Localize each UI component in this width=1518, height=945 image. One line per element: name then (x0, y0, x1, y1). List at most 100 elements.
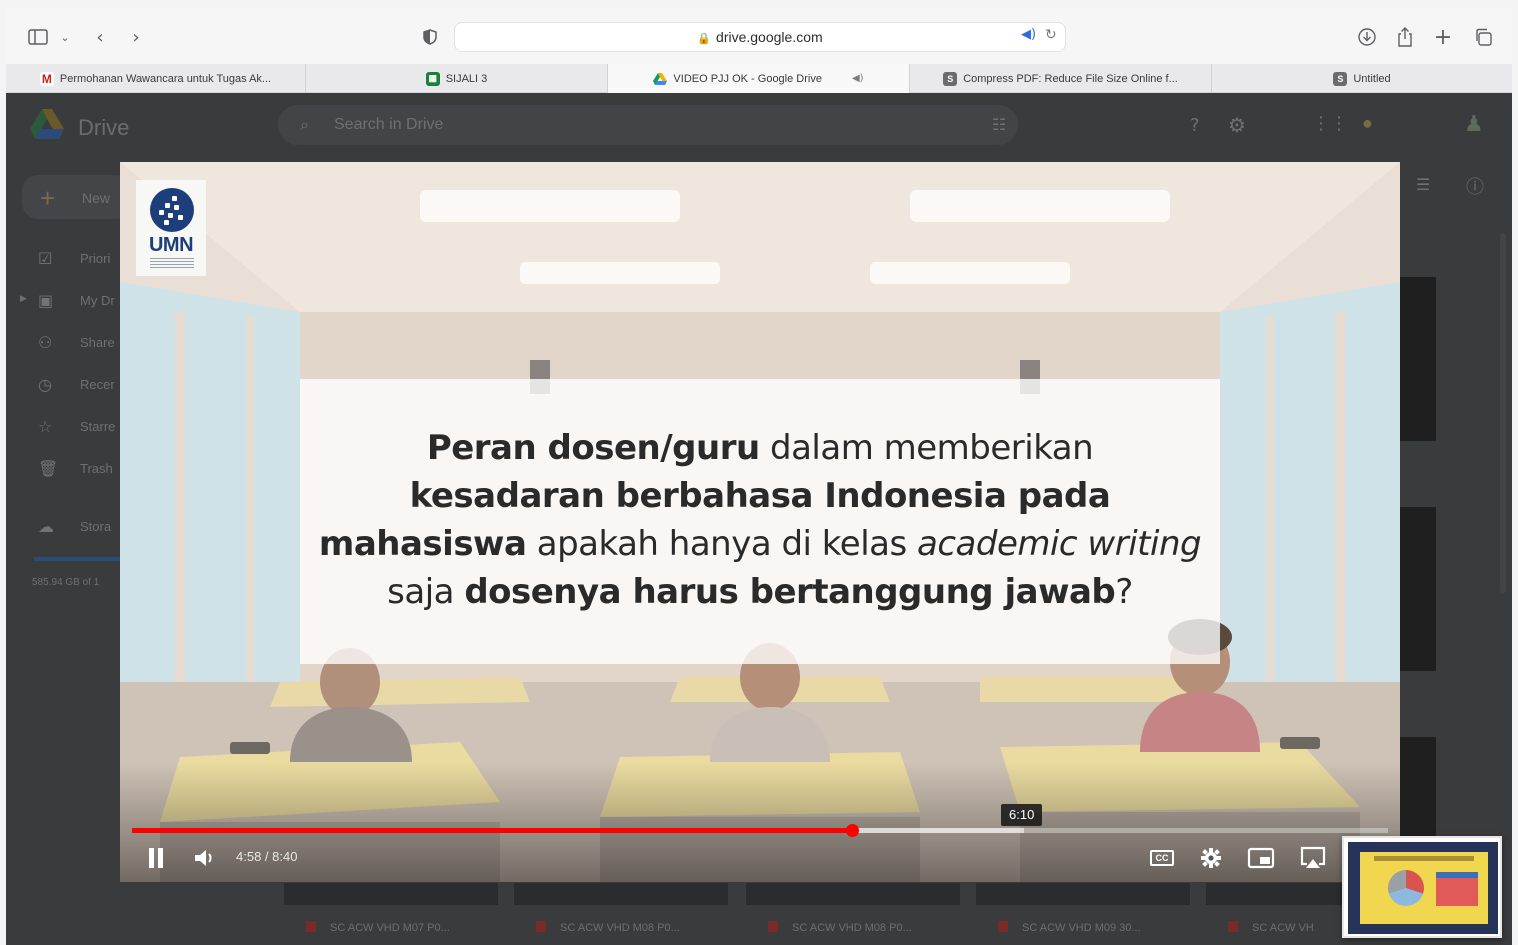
share-icon[interactable] (1394, 26, 1416, 48)
info-icon[interactable]: ⓘ (1466, 173, 1484, 199)
cloud-icon: ☁ (38, 517, 54, 536)
umn-logo-subtitle (150, 258, 194, 270)
pip-thumbnail[interactable] (1342, 836, 1502, 938)
file-name[interactable]: SC ACW VHD M07 P0... (306, 921, 450, 934)
priority-icon: ☑ (38, 249, 53, 268)
nav-storage[interactable]: Stora (80, 519, 111, 534)
nav-starred[interactable]: Starre (80, 419, 115, 434)
file-label: SC ACW VHD M08 P0... (560, 922, 680, 934)
time-display: 4:58 / 8:40 (236, 849, 298, 864)
settings-button[interactable] (1198, 846, 1224, 870)
nav-priority[interactable]: Priori (80, 251, 110, 266)
umn-emblem-icon (150, 188, 194, 232)
tab-overview-icon[interactable] (1472, 26, 1494, 48)
caption-line4-start: saja (387, 572, 465, 612)
file-name[interactable]: SC ACW VHD M09 30... (998, 921, 1141, 934)
file-name[interactable]: SC ACW VH (1228, 921, 1314, 934)
video-file-icon (306, 921, 316, 932)
tab-sijali[interactable]: ▦ SIJALI 3 (306, 64, 608, 93)
video-file-icon (536, 921, 546, 932)
caption-line3-italic: academic writing (917, 524, 1202, 564)
video-caption: Peran dosen/guru dalam memberikan kesada… (300, 424, 1220, 616)
file-thumbnail[interactable] (514, 883, 728, 905)
scrubber-handle[interactable] (845, 824, 859, 837)
privacy-shield-icon[interactable] (418, 26, 442, 48)
sidebar-toggle-icon[interactable] (26, 26, 50, 48)
plus-icon: + (40, 183, 56, 213)
url-label: drive.google.com (716, 29, 823, 45)
drive-search[interactable]: ⌕ Search in Drive ☷ (278, 105, 1018, 145)
file-thumbnail[interactable] (976, 883, 1190, 905)
pip-slide-title (1374, 856, 1474, 861)
tab-untitled[interactable]: S Untitled (1212, 64, 1512, 93)
tab-video-pjj[interactable]: VIDEO PJJ OK - Google Drive ◀) (608, 64, 910, 93)
file-name[interactable]: SC ACW VHD M08 P0... (768, 921, 912, 934)
tab-bar: M Permohanan Wawancara untuk Tugas Ak...… (6, 64, 1512, 93)
pip-pie-chart (1388, 870, 1424, 906)
chevron-down-icon[interactable]: ⌄ (58, 26, 72, 48)
speaker-icon[interactable]: ◀) (1021, 27, 1036, 42)
settings-icon[interactable]: ⚙ (1228, 113, 1246, 137)
browser-window: ⌄ ‹ › 🔒 drive.google.com ◀) ↻ + M Permoha… (0, 0, 1518, 945)
volume-button[interactable] (192, 846, 218, 870)
file-name[interactable]: SC ACW VHD M08 P0... (536, 921, 680, 934)
avatar[interactable]: ♟ (1464, 111, 1484, 137)
miniplayer-button[interactable] (1246, 846, 1276, 870)
closed-captions-icon: CC (1150, 850, 1174, 866)
pause-button[interactable] (144, 846, 168, 870)
reload-icon[interactable]: ↻ (1045, 27, 1057, 43)
forward-icon[interactable]: › (126, 26, 146, 48)
tab-label: SIJALI 3 (445, 72, 488, 85)
umn-logo: UMN (136, 180, 206, 276)
download-icon[interactable] (1356, 26, 1378, 48)
video-player[interactable]: UMN Peran dosen/guru dalam memberikan ke… (120, 162, 1400, 882)
address-bar[interactable]: 🔒 drive.google.com ◀) ↻ (454, 22, 1066, 52)
expand-arrow-icon[interactable]: ▶ (20, 293, 27, 304)
scrollbar[interactable] (1500, 233, 1506, 593)
tab-compress-pdf[interactable]: S Compress PDF: Reduce File Size Online … (910, 64, 1212, 93)
file-label: SC ACW VH (1252, 922, 1314, 934)
new-tab-icon[interactable]: + (1432, 25, 1454, 50)
caption-line1-rest: dalam memberikan (759, 428, 1094, 468)
storage-text: 585.94 GB of 1 (32, 577, 100, 588)
captions-button[interactable]: CC (1148, 846, 1176, 870)
video-file-icon (768, 921, 778, 932)
star-icon: ☆ (38, 417, 53, 436)
shared-icon: ⚇ (38, 333, 53, 352)
tab-gmail[interactable]: M Permohanan Wawancara untuk Tugas Ak... (6, 64, 306, 93)
file-thumbnail[interactable] (746, 883, 960, 905)
tab-label: Compress PDF: Reduce File Size Online f.… (963, 72, 1178, 85)
volume-icon (195, 850, 212, 866)
hover-time-tooltip: 6:10 (1001, 804, 1043, 826)
nav-trash[interactable]: Trash (80, 461, 113, 476)
progress-played (132, 828, 852, 833)
tab-speaker-icon[interactable]: ◀) (852, 73, 864, 84)
recent-icon: ◷ (38, 375, 52, 394)
list-view-icon[interactable]: ☰ (1416, 175, 1430, 194)
nav-my-drive[interactable]: My Dr (80, 293, 115, 308)
account-logo-icon[interactable]: ● (1362, 113, 1373, 134)
airplay-button[interactable] (1298, 846, 1328, 870)
tab-label: VIDEO PJJ OK - Google Drive (673, 72, 822, 85)
drive-logo-icon (30, 109, 64, 139)
pip-video-frame (1348, 842, 1498, 934)
drive-icon (653, 72, 668, 86)
url-text: 🔒 drive.google.com (455, 29, 1065, 45)
file-thumbnail[interactable] (1206, 883, 1346, 905)
video-file-icon (998, 921, 1008, 932)
help-icon[interactable]: ? (1190, 115, 1200, 136)
umn-logo-text: UMN (148, 234, 194, 256)
nav-shared[interactable]: Share (80, 335, 115, 350)
apps-grid-icon[interactable]: ⋮⋮ (1312, 113, 1348, 134)
new-button[interactable]: + New (22, 175, 132, 219)
file-thumbnail[interactable] (1396, 507, 1436, 671)
nav-recent[interactable]: Recer (80, 377, 115, 392)
progress-bar[interactable] (132, 824, 1388, 837)
filter-icon[interactable]: ☷ (992, 115, 1006, 134)
search-placeholder: Search in Drive (334, 116, 444, 133)
caption-line4-end: ? (1115, 572, 1133, 612)
back-icon[interactable]: ‹ (90, 26, 110, 48)
trash-icon: 🗑 (38, 459, 59, 478)
file-thumbnail[interactable] (1396, 277, 1436, 441)
file-thumbnail[interactable] (284, 883, 498, 905)
